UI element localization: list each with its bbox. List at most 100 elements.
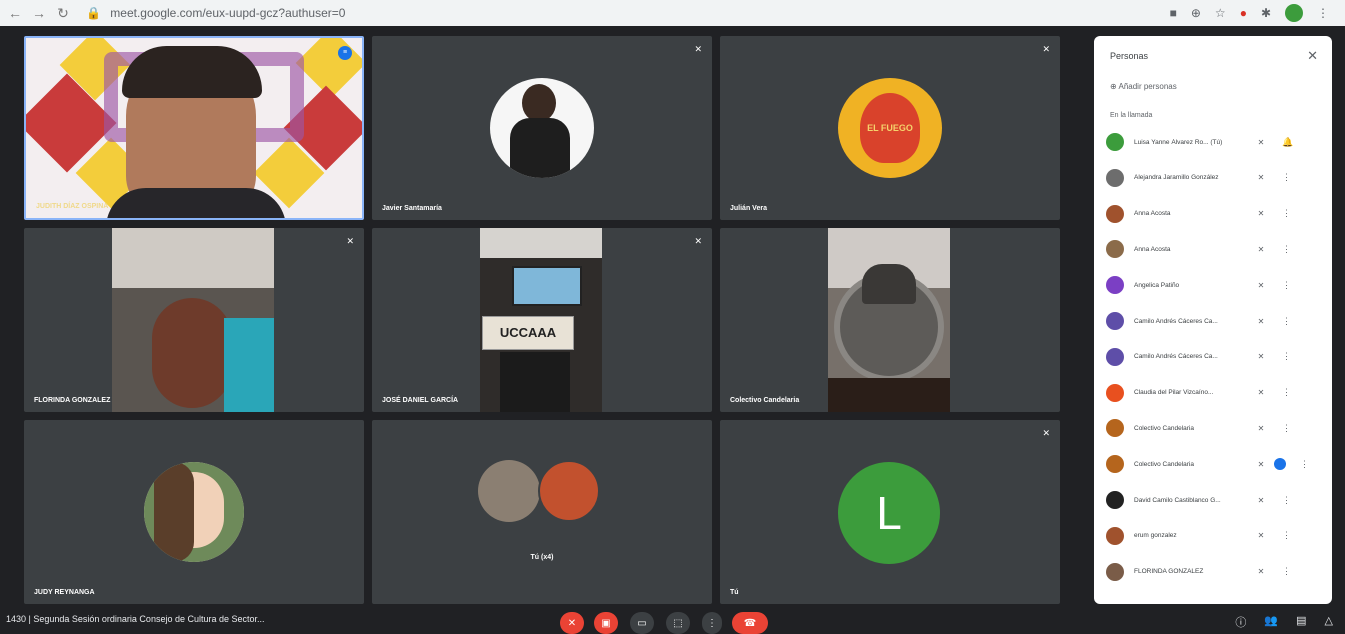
participant-row[interactable]: Angelica Patiño ✕ ⋮ — [1106, 275, 1320, 295]
avatar: EL FUEGO — [838, 78, 942, 178]
avatar — [1106, 455, 1124, 474]
close-icon[interactable]: ✕ — [1307, 48, 1318, 64]
participant-row[interactable]: FLORINDA GONZALEZ ✕ ⋮ — [1106, 562, 1320, 582]
profile-avatar[interactable] — [1285, 4, 1303, 22]
participant-name: FLORINDA GONZALEZ — [34, 397, 111, 404]
mic-off-icon: ✕ — [1257, 567, 1265, 577]
participant-row[interactable]: Claudia del Pilar Vizcaíno... ✕ ⋮ — [1106, 383, 1320, 403]
participant-row[interactable]: Camilo Andrés Cáceres Ca... ✕ ⋮ — [1106, 311, 1320, 331]
avatar — [1106, 168, 1124, 187]
avatar: L — [838, 462, 940, 564]
mic-off-icon: ✕ — [1257, 137, 1265, 147]
video-tile-9[interactable]: ✕ L Tú — [720, 420, 1060, 604]
mic-off-icon: ✕ — [1257, 173, 1265, 183]
avatar — [478, 460, 540, 522]
url-text: meet.google.com/eux-uupd-gcz?authuser=0 — [110, 6, 346, 20]
lock-icon: 🔒 — [86, 6, 101, 20]
avatar — [1106, 347, 1124, 366]
video-tile-6[interactable]: Colectivo Candelaria — [720, 228, 1060, 412]
more-vert-icon[interactable]: ⋮ — [1282, 566, 1291, 577]
mic-off-icon: ✕ — [1257, 495, 1265, 505]
zoom-icon[interactable]: ⊕ — [1191, 6, 1201, 20]
video-tile-4[interactable]: ✕ FLORINDA GONZALEZ — [24, 228, 364, 412]
participant-name: Tú (x4) — [530, 554, 554, 561]
extension-icon[interactable]: ● — [1240, 6, 1247, 20]
mic-off-icon: ✕ — [346, 236, 354, 246]
add-people-button[interactable]: ⊕ Añadir personas — [1110, 82, 1177, 91]
avatar — [1106, 276, 1124, 295]
participant-name: Angelica Patiño — [1134, 281, 1180, 289]
browser-toolbar: ← → ↻ 🔒 meet.google.com/eux-uupd-gcz?aut… — [0, 0, 1345, 26]
more-vert-icon[interactable]: ⋮ — [1282, 351, 1291, 362]
reload-icon[interactable]: ↻ — [56, 5, 70, 22]
participant-row[interactable]: Colectivo Candelaria ✕ ⋮ — [1106, 454, 1320, 474]
video-tile-5[interactable]: ✕ UCCAAA JOSÉ DANIEL GARCÍA — [372, 228, 712, 412]
participant-row[interactable]: David Camilo Castiblanco G... ✕ ⋮ — [1106, 490, 1320, 510]
participant-row[interactable]: Camilo Andrés Cáceres Ca... ✕ ⋮ — [1106, 347, 1320, 367]
participant-row[interactable]: Alejandra Jaramillo González ✕ ⋮ — [1106, 168, 1320, 188]
participant-row[interactable]: erum gonzalez ✕ ⋮ — [1106, 526, 1320, 546]
more-vert-icon[interactable]: ⋮ — [1282, 280, 1291, 291]
more-vert-icon[interactable]: ⋮ — [1282, 495, 1291, 506]
mic-toggle-button[interactable]: ✕ — [560, 612, 584, 634]
people-icon[interactable]: 👥 — [1264, 614, 1278, 630]
puzzle-icon[interactable]: ✱ — [1261, 6, 1271, 20]
participant-row[interactable]: Anna Acosta ✕ ⋮ — [1106, 204, 1320, 224]
camera-toggle-button[interactable]: ▣ — [594, 612, 618, 634]
more-vert-icon[interactable]: ⋮ — [1300, 459, 1309, 470]
mic-off-icon: ✕ — [1257, 459, 1265, 469]
more-vert-icon[interactable]: ⋮ — [1282, 172, 1291, 183]
present-button[interactable]: ⬚ — [666, 612, 690, 634]
address-bar[interactable]: 🔒 meet.google.com/eux-uupd-gcz?authuser=… — [86, 6, 1160, 20]
forward-arrow-icon[interactable]: → — [32, 5, 46, 21]
video-tile-3[interactable]: ✕ EL FUEGO Julián Vera — [720, 36, 1060, 220]
video-feed — [828, 228, 950, 412]
mic-off-icon: ✕ — [1257, 280, 1265, 290]
back-arrow-icon[interactable]: ← — [8, 5, 22, 21]
more-vert-icon[interactable]: ⋮ — [1282, 208, 1291, 219]
more-options-button[interactable]: ⋮ — [702, 612, 722, 634]
info-icon[interactable]: ⓘ — [1235, 614, 1246, 630]
participant-name: JOSÉ DANIEL GARCÍA — [382, 397, 459, 404]
leave-call-button[interactable]: ☎ — [732, 612, 768, 634]
more-vert-icon[interactable]: ⋮ — [1282, 387, 1291, 398]
bottom-control-bar: 1430 | Segunda Sesión ordinaria Consejo … — [0, 608, 1345, 634]
participant-name: JUDITH DÍAZ OSPINA — [36, 203, 109, 210]
participant-row[interactable]: Luisa Yanne Álvarez Ro... (Tú) ✕ 🔔 — [1106, 132, 1320, 152]
avatar — [538, 460, 600, 522]
activities-icon[interactable]: △ — [1325, 614, 1333, 630]
participant-name: Alejandra Jaramillo González — [1134, 174, 1219, 182]
avatar — [490, 78, 594, 178]
participant-name: Camilo Andrés Cáceres Ca... — [1134, 353, 1218, 361]
participant-name: Tú — [730, 589, 739, 596]
video-feed: UCCAAA — [480, 228, 602, 412]
notification-icon[interactable]: 🔔 — [1282, 137, 1293, 148]
chat-icon[interactable]: ▤ — [1296, 614, 1306, 630]
avatar — [1106, 383, 1124, 402]
more-vert-icon[interactable]: ⋮ — [1282, 316, 1291, 327]
participant-name: Luisa Yanne Álvarez Ro... (Tú) — [1134, 138, 1223, 146]
participant-row[interactable]: Anna Acosta ✕ ⋮ — [1106, 239, 1320, 259]
mic-off-icon: ✕ — [1257, 388, 1265, 398]
right-controls: ⓘ 👥 ▤ △ — [1235, 614, 1333, 630]
captions-button[interactable]: ▭ — [630, 612, 654, 634]
video-tile-8[interactable]: Tú (x4) — [372, 420, 712, 604]
more-vert-icon[interactable]: ⋮ — [1282, 423, 1291, 434]
mic-off-icon: ✕ — [1042, 428, 1050, 438]
star-icon[interactable]: ☆ — [1215, 6, 1226, 20]
video-feed — [26, 38, 362, 218]
camera-icon[interactable]: ■ — [1170, 6, 1177, 20]
participant-name: Julián Vera — [730, 205, 767, 212]
menu-icon[interactable]: ⋮ — [1317, 6, 1329, 20]
mic-off-icon: ✕ — [694, 236, 702, 246]
more-vert-icon[interactable]: ⋮ — [1282, 244, 1291, 255]
video-tile-1[interactable]: ≡ JUDITH DÍAZ OSPINA — [24, 36, 364, 220]
video-tile-2[interactable]: ✕ Javier Santamaría — [372, 36, 712, 220]
avatar — [1106, 491, 1124, 509]
mic-off-icon: ✕ — [694, 44, 702, 54]
participant-row[interactable]: Colectivo Candelaria ✕ ⋮ — [1106, 418, 1320, 438]
pin-icon[interactable] — [1274, 458, 1286, 471]
participant-name: Colectivo Candelaria — [730, 397, 800, 404]
more-vert-icon[interactable]: ⋮ — [1282, 530, 1291, 541]
video-tile-7[interactable]: JUDY REYNANGA — [24, 420, 364, 604]
